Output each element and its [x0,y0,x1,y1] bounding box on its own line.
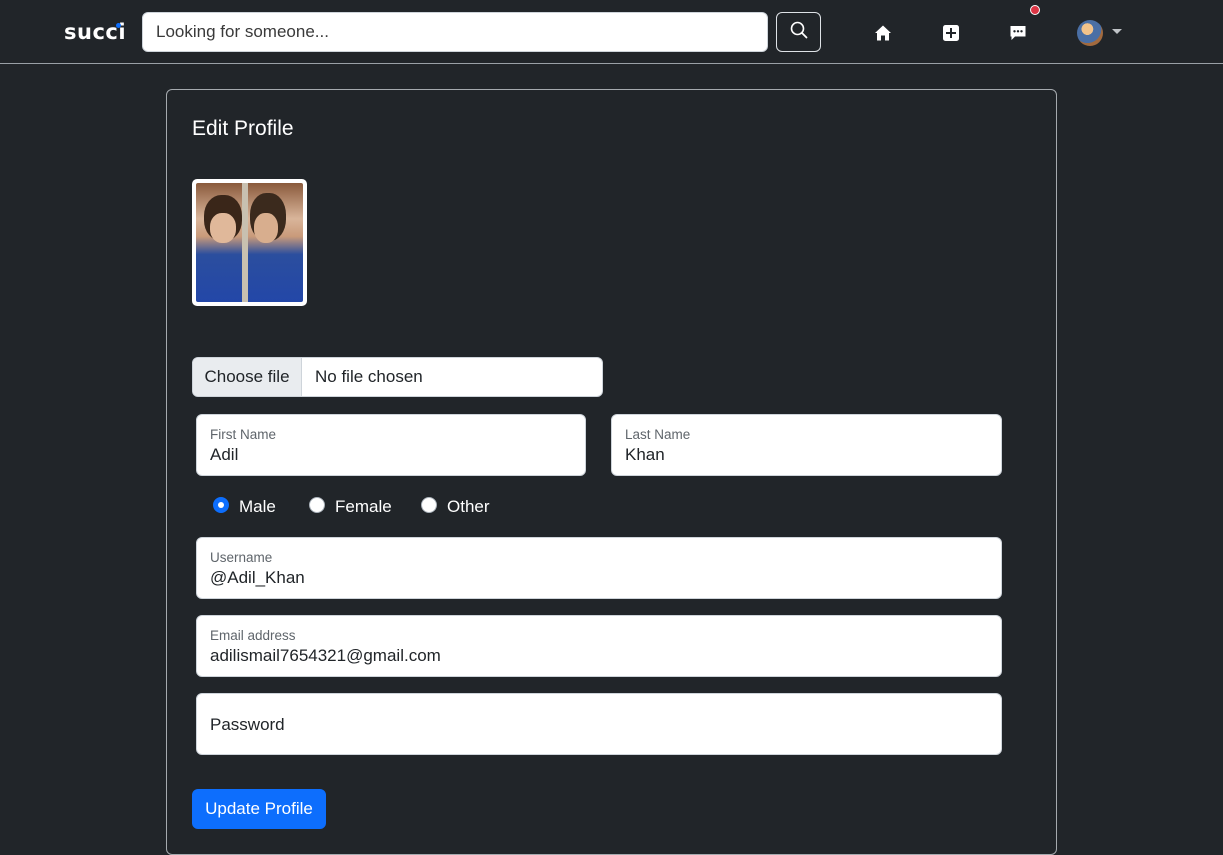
username-label: Username [210,550,273,565]
add-post-icon[interactable] [940,22,962,44]
email-value[interactable]: adilismail7654321@gmail.com [210,646,934,666]
search-icon [790,21,808,44]
profile-photo-file-input[interactable]: Choose file No file chosen [192,357,603,397]
password-placeholder[interactable]: Password [210,715,285,735]
first-name-field[interactable]: First Name Adil [196,414,586,476]
profile-photo [192,179,307,306]
search-button[interactable] [776,12,821,52]
last-name-label: Last Name [625,427,691,442]
brand-logo-dot [116,23,121,28]
file-status-text: No file chosen [315,367,423,386]
last-name-value[interactable]: Khan [625,445,975,465]
username-value[interactable]: @Adil_Khan [210,568,934,588]
choose-file-button[interactable]: Choose file [193,358,302,396]
home-icon[interactable] [872,22,894,44]
last-name-field[interactable]: Last Name Khan [611,414,1002,476]
chevron-down-icon[interactable] [1112,29,1122,34]
gender-other-label[interactable]: Other [447,497,490,517]
password-field[interactable]: Password [196,693,1002,755]
email-label: Email address [210,628,296,643]
page-title: Edit Profile [192,117,294,140]
username-field[interactable]: Username @Adil_Khan [196,537,1002,599]
gender-female-label[interactable]: Female [335,497,392,517]
update-profile-button[interactable]: Update Profile [192,789,326,829]
gender-male-label[interactable]: Male [239,497,276,517]
search-input[interactable] [142,12,768,52]
avatar[interactable] [1077,20,1103,46]
gender-female-radio[interactable] [309,497,325,513]
first-name-value[interactable]: Adil [210,445,559,465]
email-field[interactable]: Email address adilismail7654321@gmail.co… [196,615,1002,677]
navbar: succi [0,0,1223,64]
profile-photo-image [196,183,303,302]
gender-other-radio[interactable] [421,497,437,513]
messages-icon[interactable] [1007,22,1029,44]
first-name-label: First Name [210,427,277,442]
notification-badge [1030,5,1040,15]
gender-male-radio[interactable] [213,497,229,513]
